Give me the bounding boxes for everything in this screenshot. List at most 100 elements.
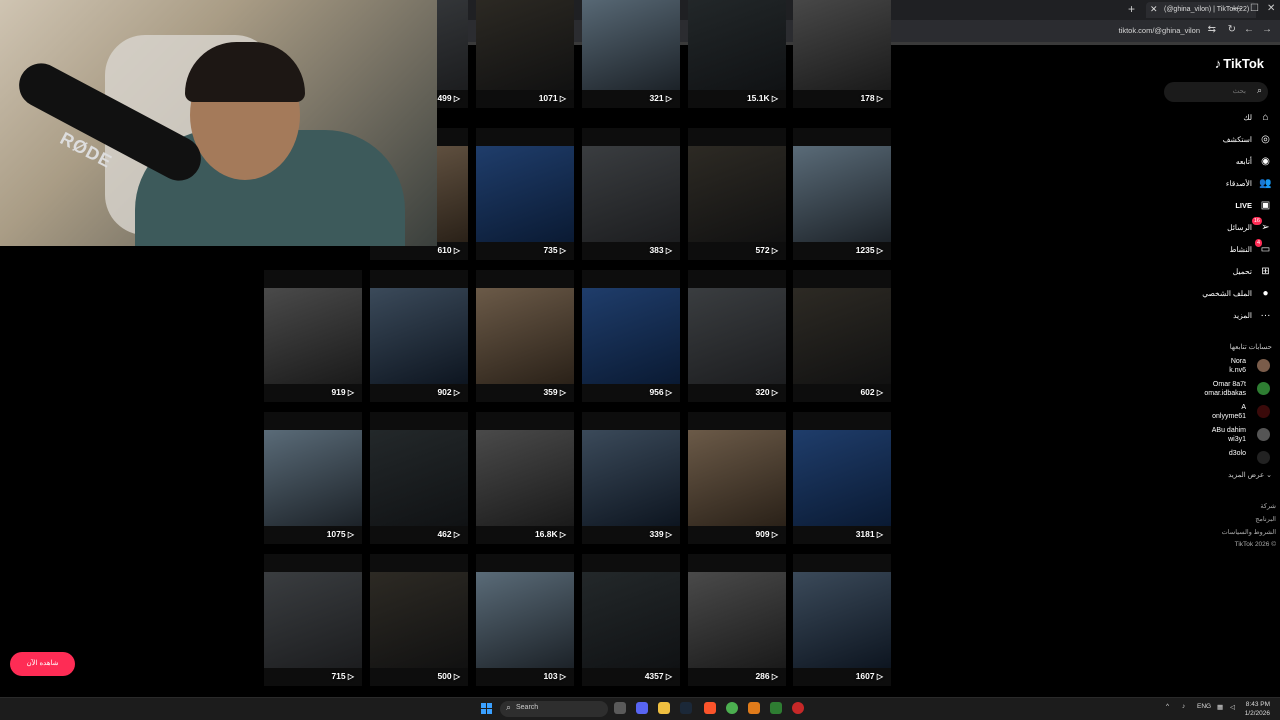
minimize-button[interactable]: — [1232,3,1242,14]
view-count: 383 [649,245,672,255]
new-tab-button[interactable]: + [1128,2,1135,16]
tab-close-icon[interactable]: ✕ [1150,4,1158,15]
video-thumbnail [476,146,574,242]
video-card[interactable]: 103 [476,554,574,686]
video-card[interactable]: 320 [688,270,786,402]
video-card[interactable]: 602 [793,270,891,402]
mic-tray-icon[interactable]: ♪ [1182,703,1185,710]
vlc-icon[interactable] [748,702,760,714]
view-count: 462 [437,529,460,539]
video-thumbnail [476,572,574,668]
reload-icon[interactable]: ↻ [1228,24,1236,35]
excel-icon[interactable] [770,702,782,714]
clock-time: 8:43 PM [1245,701,1270,708]
task-view-icon[interactable] [614,702,626,714]
video-thumbnail [582,288,680,384]
profile-icon: ● [1262,288,1269,299]
following-account[interactable]: Nora k.nv6 [1162,356,1272,376]
forward-icon[interactable]: → [1262,24,1272,35]
video-card[interactable]: 383 [582,128,680,260]
video-card[interactable]: 321 [582,0,680,108]
maximize-button[interactable]: ☐ [1250,3,1259,14]
nav-item-live[interactable]: LIVE ▣ [1162,198,1272,216]
account-handle: onlyyme61 [1212,413,1246,420]
nav-item-activity[interactable]: النشاط ▭ 4 [1162,239,1272,260]
video-card[interactable]: 3181 [793,412,891,544]
view-count: 1075 [327,529,354,539]
nav-item-messages[interactable]: الرسائل ➢ 16 [1162,217,1272,238]
video-card[interactable]: 4357 [582,554,680,686]
video-card[interactable]: 735 [476,128,574,260]
nav-item-profile[interactable]: الملف الشخصي ● [1162,286,1272,304]
view-count: 500 [437,671,460,681]
language-indicator[interactable]: ENG [1197,703,1211,710]
avatar [1257,451,1270,464]
video-card[interactable]: 715 [264,554,362,686]
webcam-overlay: RØDE [0,0,437,246]
file-explorer-icon[interactable] [658,702,670,714]
video-card[interactable]: 909 [688,412,786,544]
live-icon: ▣ [1260,200,1271,211]
video-card[interactable]: 339 [582,412,680,544]
video-thumbnail [688,430,786,526]
nav-item-more[interactable]: المزيد ··· [1162,308,1272,326]
view-count: 909 [755,529,778,539]
following-account[interactable]: d3olo [1162,448,1272,468]
nav-item-home[interactable]: لك ⌂ [1162,110,1272,128]
video-card[interactable]: 462 [370,412,468,544]
nav-item-upload[interactable]: تحميل ⊞ [1162,264,1272,282]
video-card[interactable]: 902 [370,270,468,402]
video-card[interactable]: 15.1K [688,0,786,108]
close-window-button[interactable]: ✕ [1267,3,1275,14]
following-account[interactable]: Aonlyyme61 [1162,402,1272,422]
following-account[interactable]: ABu dahim wi3y1 [1162,425,1272,445]
video-card[interactable]: 919 [264,270,362,402]
video-card[interactable]: 286 [688,554,786,686]
video-card[interactable]: 572 [688,128,786,260]
view-count: 4357 [645,671,672,681]
video-card[interactable]: 178 [793,0,891,108]
back-icon[interactable]: ← [1244,24,1254,35]
footer-link[interactable]: شركة [1260,502,1276,510]
chrome-icon[interactable] [726,702,738,714]
url-field[interactable]: tiktok.com/@ghina_vilon [1119,26,1200,35]
video-card[interactable]: 1235 [793,128,891,260]
watch-now-button[interactable]: شاهده الآن [10,652,75,676]
view-count: 321 [649,93,672,103]
see-more-link[interactable]: عرض المزيد ⌄ [1228,471,1272,479]
video-card[interactable]: 1071 [476,0,574,108]
steam-icon[interactable] [680,702,692,714]
video-card[interactable]: 16.8K [476,412,574,544]
video-card[interactable]: 500 [370,554,468,686]
video-card[interactable]: 359 [476,270,574,402]
taskbar-clock[interactable]: 8:43 PM 1/2/2026 [1245,700,1270,718]
obs-icon[interactable] [792,702,804,714]
video-card[interactable]: 956 [582,270,680,402]
following-account[interactable]: Omar 8a7t omar.idbakas [1162,379,1272,399]
search-icon[interactable]: ⌕ [1257,85,1262,96]
view-count: 572 [755,245,778,255]
site-settings-icon[interactable]: ⇆ [1208,24,1216,35]
volume-icon[interactable]: ◁ [1230,703,1235,711]
video-thumbnail [370,288,468,384]
nav-item-following[interactable]: أتابعه ◉ [1162,154,1272,172]
nav-item-friends[interactable]: الأصدقاء 👥 [1162,176,1272,194]
footer-link[interactable]: الشروط والسياسات [1222,528,1276,536]
tiktok-logo[interactable]: ♪ TikTok [1215,56,1264,71]
network-icon[interactable]: ▦ [1217,703,1223,711]
start-icon[interactable] [481,703,492,714]
view-count: 956 [649,387,672,397]
taskbar-search[interactable]: ⌕ Search [500,701,608,717]
video-card[interactable]: 1607 [793,554,891,686]
tray-chevron-icon[interactable]: ^ [1166,703,1169,710]
nav-item-compass[interactable]: استكشف ◎ [1162,132,1272,150]
video-card[interactable]: 1075 [264,412,362,544]
footer-link[interactable]: البرنامج [1255,515,1276,523]
nav-label: المزيد [1233,311,1252,320]
discord-icon[interactable] [636,702,648,714]
brave-icon[interactable] [704,702,716,714]
avatar [1257,359,1270,372]
notification-badge: 16 [1251,217,1262,225]
footer-link[interactable]: TikTok 2026 © [1235,541,1276,548]
search-input[interactable]: بحث ⌕ [1164,82,1268,102]
